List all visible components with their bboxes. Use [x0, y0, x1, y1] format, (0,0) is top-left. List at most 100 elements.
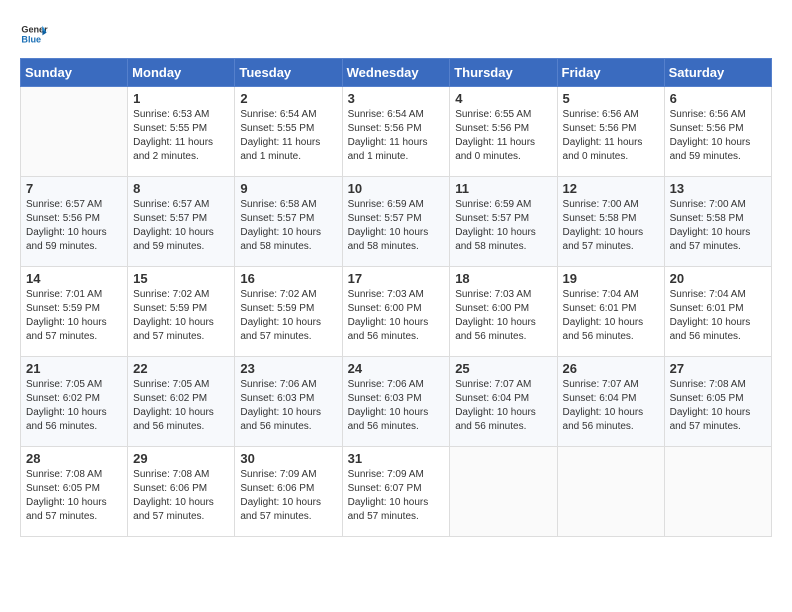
day-number: 14 — [26, 271, 122, 286]
cell-info: Sunrise: 7:06 AMSunset: 6:03 PMDaylight:… — [240, 378, 336, 434]
cell-info: Sunrise: 7:02 AMSunset: 5:59 PMDaylight:… — [240, 288, 336, 344]
calendar-cell: 16Sunrise: 7:02 AMSunset: 5:59 PMDayligh… — [235, 267, 342, 357]
calendar-cell: 30 Sunrise: 7:09 AMSunset: 6:06 PMDayligh… — [235, 447, 342, 537]
day-number: 31 — [348, 451, 445, 466]
cell-info: Sunrise: 7:09 AMSunset: 6:06 PMDaylight:… — [240, 468, 336, 524]
calendar-cell: 1 Sunrise: 6:53 AMSunset: 5:55 PMDaylight… — [128, 87, 235, 177]
cell-info: Sunrise: 6:56 AMSunset: 5:56 PMDaylight:… — [563, 108, 659, 164]
cell-info: Sunrise: 6:59 AMSunset: 5:57 PMDaylight:… — [455, 198, 551, 254]
calendar-cell: 15 Sunrise: 7:02 AMSunset: 5:59 PMDayligh… — [128, 267, 235, 357]
day-number: 18 — [455, 271, 551, 286]
cell-info: Sunrise: 6:57 AMSunset: 5:56 PMDaylight:… — [26, 198, 122, 254]
day-number: 7 — [26, 181, 122, 196]
calendar-cell: 10 Sunrise: 6:59 AMSunset: 5:57 PMDayligh… — [342, 177, 450, 267]
cell-info: Sunrise: 6:54 AMSunset: 5:56 PMDaylight:… — [348, 108, 445, 164]
calendar-cell: 21 Sunrise: 7:05 AMSunset: 6:02 PMDayligh… — [21, 357, 128, 447]
calendar-cell: 17Sunrise: 7:03 AMSunset: 6:00 PMDayligh… — [342, 267, 450, 357]
cell-info: Sunrise: 6:56 AMSunset: 5:56 PMDaylight:… — [670, 108, 766, 164]
cell-info: Sunrise: 7:03 AMSunset: 6:00 PMDaylight:… — [455, 288, 551, 344]
cell-info: Sunrise: 7:01 AMSunset: 5:59 PMDaylight:… — [26, 288, 122, 344]
day-number: 8 — [133, 181, 229, 196]
day-number: 24 — [348, 361, 445, 376]
cell-info: Sunrise: 7:07 AMSunset: 6:04 PMDaylight:… — [455, 378, 551, 434]
calendar-cell: 22Sunrise: 7:05 AMSunset: 6:02 PMDayligh… — [128, 357, 235, 447]
day-number: 10 — [348, 181, 445, 196]
calendar-cell: 24 Sunrise: 7:06 AMSunset: 6:03 PMDayligh… — [342, 357, 450, 447]
cell-info: Sunrise: 6:57 AMSunset: 5:57 PMDaylight:… — [133, 198, 229, 254]
cell-info: Sunrise: 7:09 AMSunset: 6:07 PMDaylight:… — [348, 468, 445, 524]
calendar-cell: 5Sunrise: 6:56 AMSunset: 5:56 PMDaylight… — [557, 87, 664, 177]
cell-info: Sunrise: 7:03 AMSunset: 6:00 PMDaylight:… — [348, 288, 445, 344]
day-header-sunday: Sunday — [21, 59, 128, 87]
header-row: SundayMondayTuesdayWednesdayThursdayFrid… — [21, 59, 772, 87]
calendar-cell: 27 Sunrise: 7:08 AMSunset: 6:05 PMDayligh… — [664, 357, 771, 447]
day-number: 2 — [240, 91, 336, 106]
day-header-saturday: Saturday — [664, 59, 771, 87]
calendar-table: SundayMondayTuesdayWednesdayThursdayFrid… — [20, 58, 772, 537]
day-number: 23 — [240, 361, 336, 376]
calendar-cell: 4Sunrise: 6:55 AMSunset: 5:56 PMDaylight… — [450, 87, 557, 177]
cell-info: Sunrise: 7:04 AMSunset: 6:01 PMDaylight:… — [563, 288, 659, 344]
calendar-cell: 18 Sunrise: 7:03 AMSunset: 6:00 PMDayligh… — [450, 267, 557, 357]
svg-text:Blue: Blue — [21, 34, 41, 44]
day-header-thursday: Thursday — [450, 59, 557, 87]
day-number: 29 — [133, 451, 229, 466]
header: General Blue — [20, 20, 772, 48]
calendar-cell: 12 Sunrise: 7:00 AMSunset: 5:58 PMDayligh… — [557, 177, 664, 267]
calendar-cell: 8 Sunrise: 6:57 AMSunset: 5:57 PMDaylight… — [128, 177, 235, 267]
cell-info: Sunrise: 7:08 AMSunset: 6:06 PMDaylight:… — [133, 468, 229, 524]
day-number: 15 — [133, 271, 229, 286]
calendar-cell: 9 Sunrise: 6:58 AMSunset: 5:57 PMDaylight… — [235, 177, 342, 267]
day-header-monday: Monday — [128, 59, 235, 87]
calendar-cell: 3 Sunrise: 6:54 AMSunset: 5:56 PMDaylight… — [342, 87, 450, 177]
calendar-cell: 13 Sunrise: 7:00 AMSunset: 5:58 PMDayligh… — [664, 177, 771, 267]
week-row-3: 14 Sunrise: 7:01 AMSunset: 5:59 PMDayligh… — [21, 267, 772, 357]
calendar-cell: 20 Sunrise: 7:04 AMSunset: 6:01 PMDayligh… — [664, 267, 771, 357]
cell-info: Sunrise: 7:04 AMSunset: 6:01 PMDaylight:… — [670, 288, 766, 344]
day-number: 27 — [670, 361, 766, 376]
day-number: 1 — [133, 91, 229, 106]
day-number: 20 — [670, 271, 766, 286]
cell-info: Sunrise: 7:06 AMSunset: 6:03 PMDaylight:… — [348, 378, 445, 434]
calendar-cell: 31 Sunrise: 7:09 AMSunset: 6:07 PMDayligh… — [342, 447, 450, 537]
cell-info: Sunrise: 6:53 AMSunset: 5:55 PMDaylight:… — [133, 108, 229, 164]
day-number: 19 — [563, 271, 659, 286]
calendar-cell — [557, 447, 664, 537]
cell-info: Sunrise: 6:58 AMSunset: 5:57 PMDaylight:… — [240, 198, 336, 254]
week-row-5: 28 Sunrise: 7:08 AMSunset: 6:05 PMDayligh… — [21, 447, 772, 537]
day-header-wednesday: Wednesday — [342, 59, 450, 87]
cell-info: Sunrise: 6:55 AMSunset: 5:56 PMDaylight:… — [455, 108, 551, 164]
calendar-cell: 25 Sunrise: 7:07 AMSunset: 6:04 PMDayligh… — [450, 357, 557, 447]
cell-info: Sunrise: 7:00 AMSunset: 5:58 PMDaylight:… — [563, 198, 659, 254]
day-number: 21 — [26, 361, 122, 376]
week-row-2: 7 Sunrise: 6:57 AMSunset: 5:56 PMDaylight… — [21, 177, 772, 267]
day-number: 13 — [670, 181, 766, 196]
cell-info: Sunrise: 6:59 AMSunset: 5:57 PMDaylight:… — [348, 198, 445, 254]
day-number: 28 — [26, 451, 122, 466]
calendar-cell: 23 Sunrise: 7:06 AMSunset: 6:03 PMDayligh… — [235, 357, 342, 447]
cell-info: Sunrise: 7:05 AMSunset: 6:02 PMDaylight:… — [26, 378, 122, 434]
cell-info: Sunrise: 7:08 AMSunset: 6:05 PMDaylight:… — [26, 468, 122, 524]
day-number: 3 — [348, 91, 445, 106]
day-number: 26 — [563, 361, 659, 376]
calendar-cell — [450, 447, 557, 537]
calendar-cell — [664, 447, 771, 537]
calendar-cell: 29 Sunrise: 7:08 AMSunset: 6:06 PMDayligh… — [128, 447, 235, 537]
calendar-cell: 28 Sunrise: 7:08 AMSunset: 6:05 PMDayligh… — [21, 447, 128, 537]
day-number: 25 — [455, 361, 551, 376]
day-header-tuesday: Tuesday — [235, 59, 342, 87]
day-number: 9 — [240, 181, 336, 196]
day-number: 30 — [240, 451, 336, 466]
cell-info: Sunrise: 7:08 AMSunset: 6:05 PMDaylight:… — [670, 378, 766, 434]
week-row-4: 21 Sunrise: 7:05 AMSunset: 6:02 PMDayligh… — [21, 357, 772, 447]
week-row-1: 1 Sunrise: 6:53 AMSunset: 5:55 PMDaylight… — [21, 87, 772, 177]
calendar-cell: 11 Sunrise: 6:59 AMSunset: 5:57 PMDayligh… — [450, 177, 557, 267]
cell-info: Sunrise: 7:00 AMSunset: 5:58 PMDaylight:… — [670, 198, 766, 254]
calendar-cell: 2Sunrise: 6:54 AMSunset: 5:55 PMDaylight… — [235, 87, 342, 177]
cell-info: Sunrise: 7:02 AMSunset: 5:59 PMDaylight:… — [133, 288, 229, 344]
calendar-cell: 6Sunrise: 6:56 AMSunset: 5:56 PMDaylight… — [664, 87, 771, 177]
day-number: 11 — [455, 181, 551, 196]
day-header-friday: Friday — [557, 59, 664, 87]
cell-info: Sunrise: 7:05 AMSunset: 6:02 PMDaylight:… — [133, 378, 229, 434]
day-number: 12 — [563, 181, 659, 196]
